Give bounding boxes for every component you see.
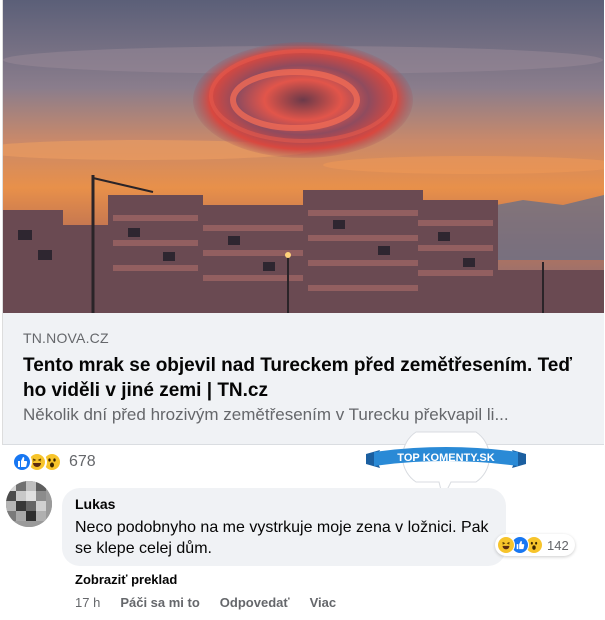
avatar[interactable] [6, 481, 52, 527]
badge-text: TOP KOMENTY.SK [397, 452, 494, 464]
reaction-count[interactable]: 678 [69, 453, 96, 471]
haha-icon [497, 536, 515, 554]
post-reactions[interactable]: 678 [12, 451, 96, 473]
link-headline[interactable]: Tento mrak se objevil nad Tureckem před … [23, 353, 593, 403]
more-button[interactable]: Viac [310, 595, 337, 610]
reply-button[interactable]: Odpovedať [220, 595, 290, 610]
comment-bubble[interactable]: Lukas Neco podobnyho na me vystrkuje moj… [62, 488, 506, 566]
see-translation-link[interactable]: Zobraziť preklad [75, 572, 177, 587]
link-description: Několik dní před hrozivým zemětřesením v… [23, 405, 509, 424]
comment-actions: 17 h Páči sa mi to Odpovedať Viac [75, 595, 356, 610]
comment-author[interactable]: Lukas [75, 496, 115, 512]
facebook-post: TN.NOVA.CZ Tento mrak se objevil nad Tur… [0, 0, 605, 620]
like-icon [12, 452, 32, 472]
link-meta[interactable]: TN.NOVA.CZ Tento mrak se objevil nad Tur… [3, 313, 604, 445]
article-photo[interactable] [3, 0, 604, 313]
comment-reaction-count: 142 [547, 537, 569, 553]
cloud-sunset-image [3, 0, 604, 313]
like-button[interactable]: Páči sa mi to [120, 595, 199, 610]
link-preview-card[interactable]: TN.NOVA.CZ Tento mrak se objevil nad Tur… [2, 0, 604, 445]
comment-text: Neco podobnyho na me vystrkuje moje zena… [75, 519, 489, 557]
link-domain: TN.NOVA.CZ [23, 330, 109, 346]
comment-timestamp[interactable]: 17 h [75, 595, 100, 610]
comment-reactions[interactable]: 142 [495, 534, 575, 556]
